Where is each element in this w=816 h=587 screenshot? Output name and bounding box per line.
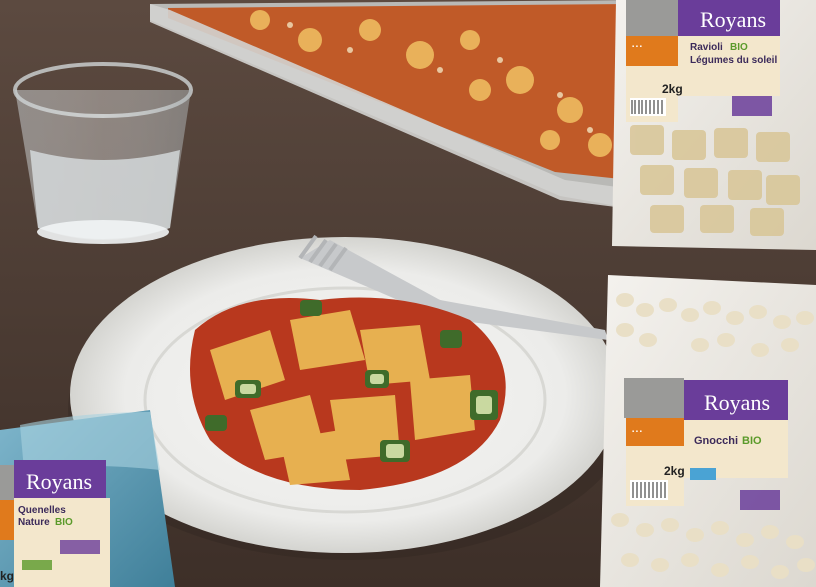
quenelles-weight: kg — [0, 569, 14, 583]
gnocchi-name: Gnocchi — [694, 435, 738, 447]
quenelles-name-line1: Quenelles — [18, 505, 66, 516]
quenelles-name-line2: Nature — [18, 517, 50, 528]
quenelles-brand: Royans — [26, 469, 92, 494]
svg-text:▪ ▪ ▪: ▪ ▪ ▪ — [632, 44, 642, 50]
ravioli-bio: BIO — [730, 42, 748, 53]
gnocchi-brand: Royans — [704, 390, 770, 415]
gnocchi-package: Royans ▪ ▪ ▪ Gnocchi BIO 2kg — [600, 275, 816, 587]
water-glass — [13, 62, 193, 244]
ravioli-name-line1: Ravioli — [690, 42, 723, 53]
ravioli-weight: 2kg — [662, 82, 683, 96]
ravioli-dish — [190, 297, 506, 490]
food-scene: Royans ▪ ▪ ▪ Ravioli BIO Légumes du sole… — [0, 0, 816, 587]
quenelles-bio: BIO — [55, 517, 73, 528]
ravioli-brand: Royans — [700, 7, 766, 32]
ravioli-package: Royans ▪ ▪ ▪ Ravioli BIO Légumes du sole… — [612, 0, 816, 250]
svg-text:▪ ▪ ▪: ▪ ▪ ▪ — [632, 429, 642, 435]
quenelles-package: Royans Quenelles Nature BIO kg — [0, 410, 175, 587]
gnocchi-weight: 2kg — [664, 464, 685, 478]
ravioli-name-line2: Légumes du soleil — [690, 55, 777, 66]
gnocchi-bio: BIO — [742, 435, 762, 447]
